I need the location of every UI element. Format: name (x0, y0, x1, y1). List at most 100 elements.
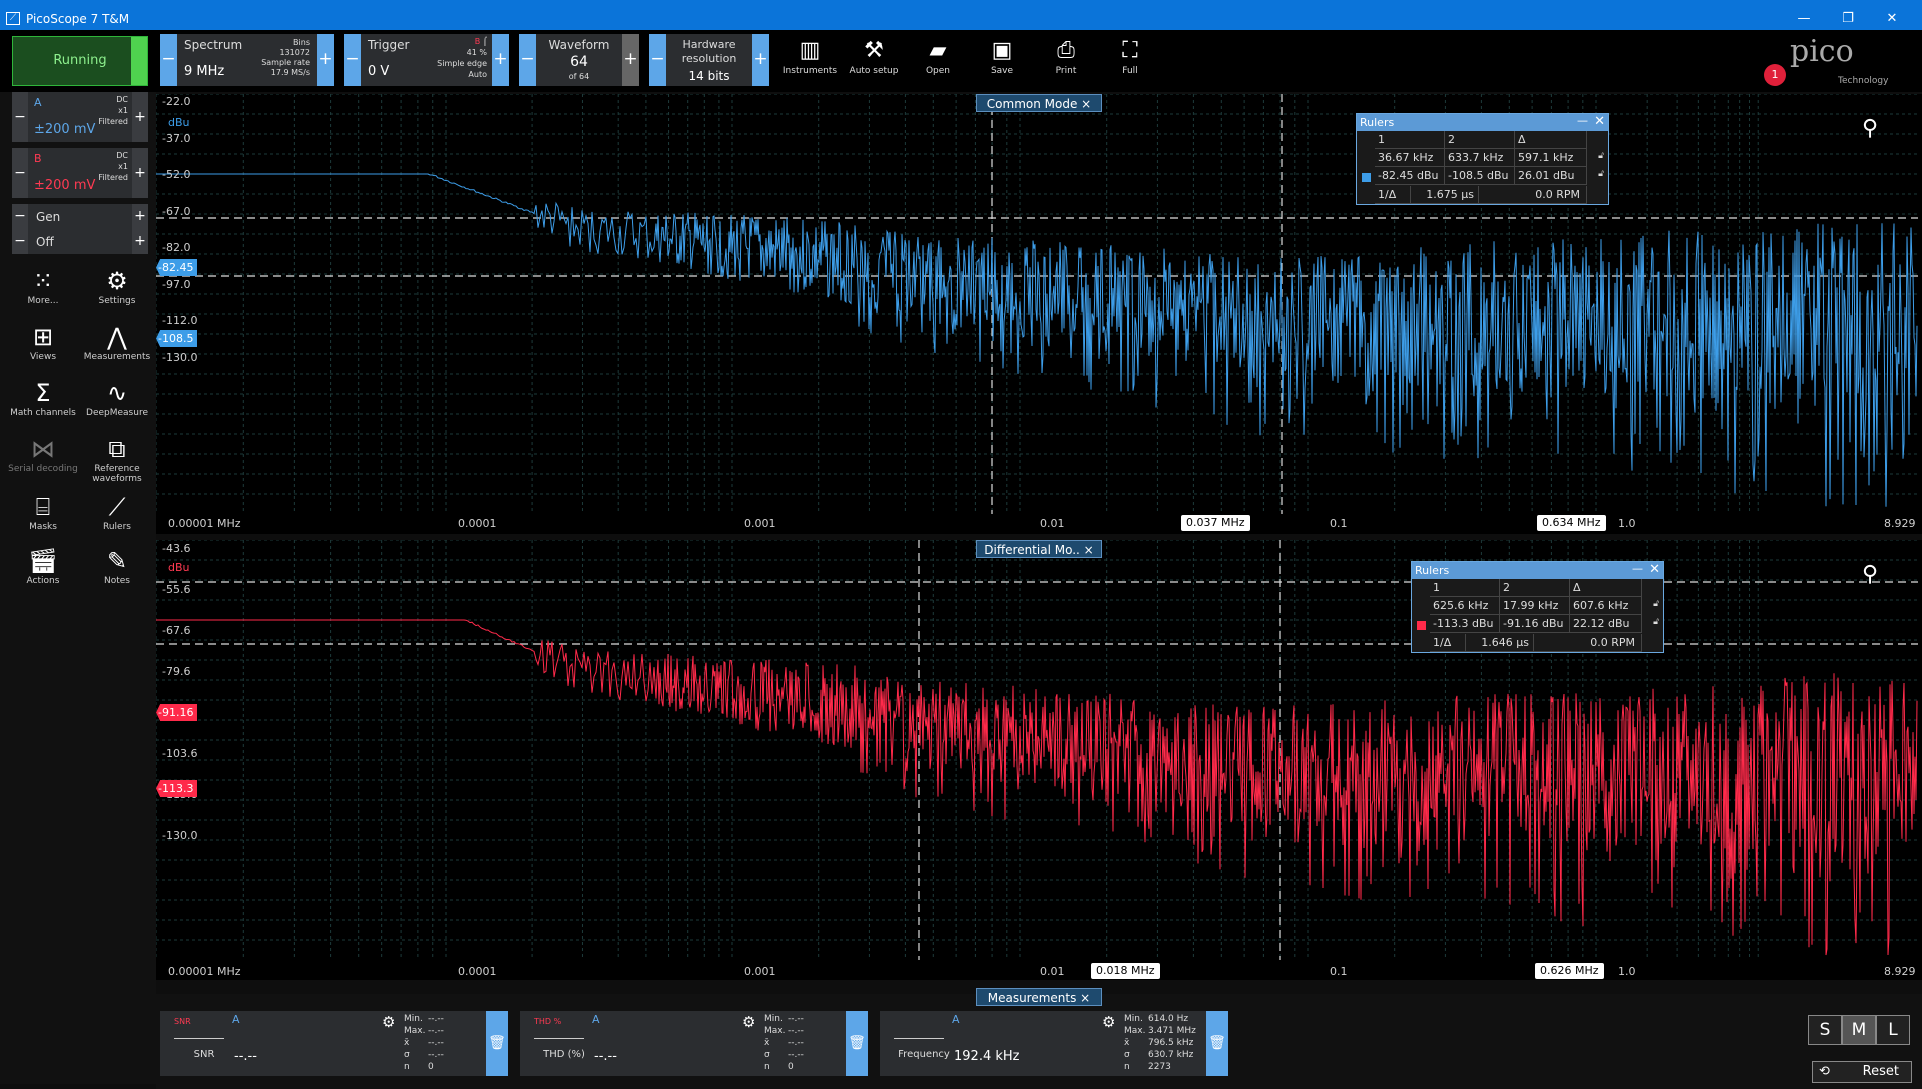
top-lock-icon-1[interactable]: 🔓︎ (1598, 151, 1604, 161)
spectrum-minus-button[interactable]: − (160, 34, 177, 86)
signal-generator-panel[interactable]: − − Gen Off + + (12, 204, 148, 254)
close-button[interactable]: ✕ (1872, 8, 1912, 30)
top-ytick: -37.0 (162, 131, 191, 145)
reference-waveforms-button[interactable]: ⧉ Reference waveforms (82, 434, 152, 484)
math-channels-button[interactable]: Σ Math channels (8, 378, 78, 418)
spectrum-value[interactable]: 9 MHz (184, 64, 224, 79)
stat-min: --.-- (788, 1014, 804, 1024)
resolution-plus-button[interactable]: + (752, 34, 769, 86)
trigger-plus-button[interactable]: + (492, 34, 509, 86)
top-ruler-v2-badge[interactable]: 0.634 MHz (1537, 515, 1606, 531)
waveform-plus-button[interactable]: + (622, 34, 639, 86)
gen-state[interactable]: Off (36, 235, 54, 249)
bottom-rulers-close-icon[interactable]: ✕ (1649, 562, 1660, 577)
minimize-button[interactable]: — (1784, 8, 1824, 30)
reset-button[interactable]: ⟲ Reset (1812, 1061, 1912, 1083)
gen-minus-button[interactable]: − (12, 204, 28, 229)
save-label: Save (990, 66, 1014, 76)
bottom-rulers-panel[interactable]: Rulers — ✕ 1 2 Δ 625.6 kHz 17.99 kHz 607… (1411, 561, 1664, 653)
spectrum-group: − Spectrum 9 MHz Bins 131072 Sample rate… (160, 34, 334, 86)
stat-n-label: n (1124, 1062, 1130, 1072)
trigger-minus-button[interactable]: − (344, 34, 361, 86)
delete-measurement-button[interactable]: 🗑︎ (486, 1011, 508, 1076)
channel-a-range[interactable]: ±200 mV (34, 122, 95, 137)
top-zoom-icon[interactable]: ⚲ (1862, 116, 1878, 141)
bottom-ruler-h2-badge[interactable]: -113.3 (156, 780, 198, 797)
save-button[interactable]: ▣ Save (972, 36, 1032, 76)
channel-a-panel[interactable]: − A ±200 mV DC x1 Filtered + (12, 92, 148, 142)
gen-off-minus-button[interactable]: − (12, 229, 28, 254)
top-ruler-v1-badge[interactable]: 0.037 MHz (1181, 515, 1250, 531)
bottom-ruler-h1-badge[interactable]: -91.16 (156, 704, 198, 721)
notes-button[interactable]: ✎ Notes (82, 546, 152, 586)
channel-b-plus-button[interactable]: + (132, 148, 148, 198)
top-ruler-h2-badge[interactable]: -108.5 (156, 330, 198, 347)
auto-setup-button[interactable]: ⚒ Auto setup (844, 36, 904, 76)
delete-measurement-button[interactable]: 🗑︎ (846, 1011, 868, 1076)
bottom-rulers-minimize-icon[interactable]: — (1632, 562, 1643, 575)
tab-common-mode[interactable]: Common Mode × (976, 94, 1102, 112)
hardware-resolution-value[interactable]: 14 bits (666, 69, 752, 83)
full-screen-button[interactable]: ⛶ Full (1100, 36, 1160, 76)
delete-measurement-button[interactable]: 🗑︎ (1206, 1011, 1228, 1076)
bottom-lock-icon-2[interactable]: 🔓︎ (1653, 617, 1659, 627)
top-rulers-close-icon[interactable]: ✕ (1594, 114, 1605, 129)
clapperboard-icon: 🎬︎ (27, 547, 59, 575)
notification-badge[interactable]: 1 (1764, 64, 1786, 86)
spectrum-plus-button[interactable]: + (317, 34, 334, 86)
measurement-card[interactable]: A Frequency 192.4 kHz ⚙ Min. Max. x̄ σ n 614.0 Hz… (880, 1011, 1228, 1076)
waveform-minus-button[interactable]: − (519, 34, 536, 86)
measurement-settings-icon[interactable]: ⚙ (742, 1013, 755, 1031)
common-mode-spectrum[interactable] (155, 93, 1922, 534)
bottom-unit-label: dBu (168, 561, 190, 574)
tab-measurements[interactable]: Measurements × (976, 988, 1102, 1006)
resolution-minus-button[interactable]: − (649, 34, 666, 86)
top-xtick: 8.929 (1884, 517, 1916, 530)
bottom-ruler-v2-badge[interactable]: 0.626 MHz (1535, 963, 1604, 979)
run-stop-button[interactable]: Running (12, 36, 148, 86)
channel-b-range[interactable]: ±200 mV (34, 178, 95, 193)
measurement-card[interactable]: THD % A THD (%) --.-- ⚙ Min. Max. x̄ σ n --.-- --.-… (520, 1011, 868, 1076)
instruments-button[interactable]: ▥ Instruments (780, 36, 840, 76)
measurement-settings-icon[interactable]: ⚙ (1102, 1013, 1115, 1031)
top-xtick: 0.1 (1330, 517, 1348, 530)
gen-off-plus-button[interactable]: + (132, 229, 148, 254)
top-ruler-h1-badge[interactable]: -82.45 (156, 259, 198, 276)
channel-a-minus-button[interactable]: − (12, 92, 28, 142)
serial-decoding-button[interactable]: ⋈ Serial decoding (8, 434, 78, 474)
channel-b-panel[interactable]: − B ±200 mV DC x1 Filtered + (12, 148, 148, 198)
size-s-button[interactable]: S (1808, 1015, 1842, 1045)
views-grid-icon: ⊞ (32, 323, 54, 351)
top-rulers-panel[interactable]: Rulers — ✕ 1 2 Δ 36.67 kHz 633.7 kHz 597… (1356, 113, 1609, 205)
hardware-resolution-title: Hardware resolution (681, 38, 737, 65)
bottom-rulers-ad: 22.12 dBu (1570, 615, 1642, 633)
restore-button[interactable]: ❐ (1828, 8, 1868, 30)
settings-button[interactable]: ⚙ Settings (82, 266, 152, 306)
size-m-button[interactable]: M (1842, 1015, 1876, 1045)
channel-b-minus-button[interactable]: − (12, 148, 28, 198)
trigger-value[interactable]: 0 V (368, 64, 389, 79)
actions-button[interactable]: 🎬︎ Actions (8, 546, 78, 586)
bottom-zoom-icon[interactable]: ⚲ (1862, 562, 1878, 587)
waveform-value[interactable]: 64 (536, 54, 622, 70)
top-lock-icon-2[interactable]: 🔓︎ (1598, 169, 1604, 179)
measurement-settings-icon[interactable]: ⚙ (382, 1013, 395, 1031)
bottom-ruler-v1-badge[interactable]: 0.018 MHz (1091, 963, 1160, 979)
rulers-button[interactable]: ⟋ Rulers (82, 492, 152, 532)
measurements-button[interactable]: ⋀ Measurements (82, 322, 152, 362)
trash-icon: 🗑︎ (848, 1035, 866, 1051)
printer-icon: ⎙ (1057, 38, 1075, 63)
bottom-lock-icon-1[interactable]: 🔓︎ (1653, 599, 1659, 609)
measurement-card[interactable]: SNR A SNR --.-- ⚙ Min. Max. x̄ σ n --.-- --.-- --.--… (160, 1011, 508, 1076)
open-button[interactable]: ▰ Open (908, 36, 968, 76)
masks-button[interactable]: ⌸ Masks (8, 492, 78, 532)
print-button[interactable]: ⎙ Print (1036, 36, 1096, 76)
views-button[interactable]: ⊞ Views (8, 322, 78, 362)
top-rulers-minimize-icon[interactable]: — (1577, 114, 1588, 127)
size-l-button[interactable]: L (1876, 1015, 1910, 1045)
deepmeasure-button[interactable]: ∿ DeepMeasure (82, 378, 152, 418)
more-button[interactable]: ⁙ More... (8, 266, 78, 306)
gen-plus-button[interactable]: + (132, 204, 148, 229)
channel-a-plus-button[interactable]: + (132, 92, 148, 142)
tab-differential-mode[interactable]: Differential Mo.. × (976, 540, 1102, 558)
